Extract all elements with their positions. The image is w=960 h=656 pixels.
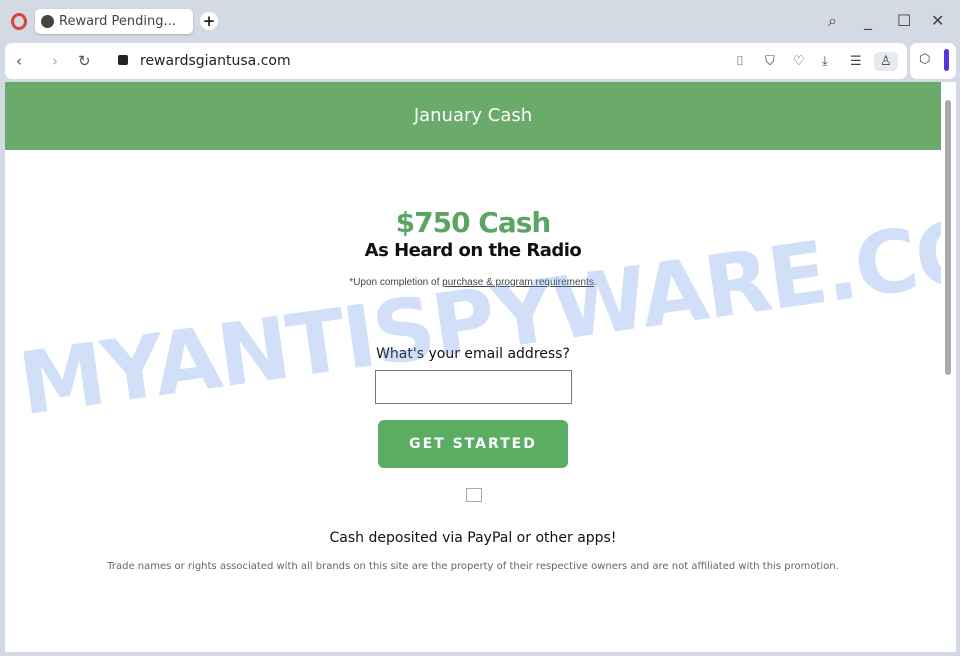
email-label: What's your email address? [376, 346, 570, 362]
lock-icon[interactable] [118, 55, 128, 65]
easy-setup-icon[interactable]: ☰ [850, 54, 862, 69]
download-icon[interactable]: ⤓ [822, 54, 828, 69]
globe-icon [41, 15, 54, 28]
search-tabs-icon[interactable]: ⌕ [828, 11, 837, 31]
url-field[interactable]: rewardsgiantusa.com [140, 53, 291, 69]
disclaimer: Trade names or rights associated with al… [107, 561, 839, 572]
opera-logo-icon[interactable] [11, 13, 27, 30]
close-button[interactable]: ✕ [931, 11, 944, 30]
note-suffix: . [593, 277, 597, 288]
minimize-button[interactable]: _ [864, 11, 872, 30]
scrollbar-thumb[interactable] [945, 100, 951, 375]
adblock-shield-icon[interactable]: ⛉ [765, 54, 775, 69]
sidebar-indicator[interactable] [944, 49, 949, 71]
new-tab-button[interactable]: + [200, 12, 218, 30]
tab-title: Reward Pending... [59, 14, 176, 29]
page-header: January Cash [5, 82, 941, 150]
maximize-button[interactable]: ☐ [897, 11, 911, 30]
requirements-note: *Upon completion of purchase & program r… [5, 277, 941, 288]
page-content: January Cash $750 Cash As Heard on the R… [5, 82, 941, 652]
address-bar: ‹ › ↻ rewardsgiantusa.com ⌷ ⛉ ♡ ⤓ ☰ ♙ [5, 43, 907, 79]
extensions-cube-icon[interactable]: ⬡ [919, 52, 930, 67]
sidebar-panel: ⬡ [910, 43, 956, 79]
broken-image-icon [466, 488, 482, 502]
note-prefix: *Upon completion of [349, 277, 443, 288]
heart-icon[interactable]: ♡ [793, 54, 805, 69]
tab-reward-pending[interactable]: Reward Pending... [35, 9, 193, 34]
email-input[interactable] [375, 370, 572, 404]
profile-icon[interactable]: ♙ [874, 51, 898, 71]
deposit-text: Cash deposited via PayPal or other apps! [329, 530, 617, 546]
prize-amount: $750 Cash [395, 206, 552, 239]
get-started-button[interactable]: GET STARTED [378, 420, 568, 468]
back-icon[interactable]: ‹ [16, 52, 22, 70]
scrollbar[interactable] [941, 82, 956, 652]
tab-bar: Reward Pending... + ⌕ _ ☐ ✕ [0, 0, 960, 42]
subtitle: As Heard on the Radio [364, 240, 582, 261]
requirements-link[interactable]: purchase & program requirements [442, 277, 594, 288]
reload-icon[interactable]: ↻ [78, 52, 91, 70]
forward-icon[interactable]: › [52, 52, 58, 70]
camera-icon[interactable]: ⌷ [736, 54, 744, 69]
